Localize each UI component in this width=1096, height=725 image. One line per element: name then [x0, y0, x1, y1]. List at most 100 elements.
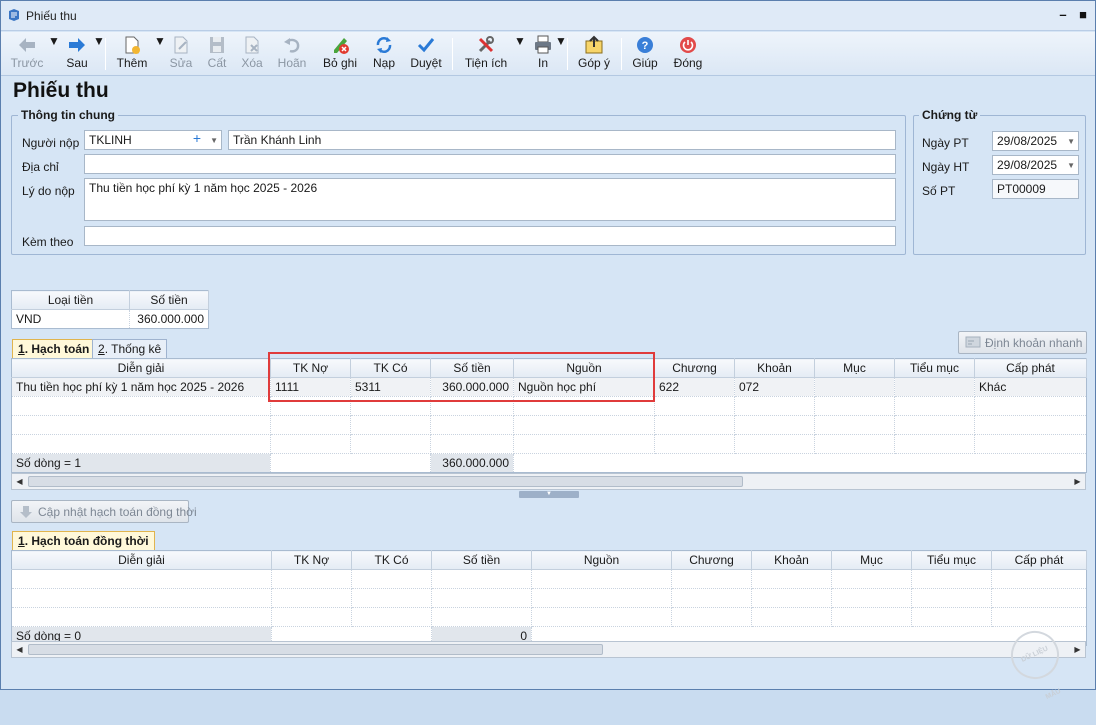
delete-button[interactable]: Xóa: [237, 34, 267, 74]
undo-icon: [284, 38, 300, 53]
next-dropdown-icon[interactable]: ▼: [93, 34, 105, 74]
utilities-dropdown-icon[interactable]: ▼: [514, 34, 526, 74]
add-icon[interactable]: +: [193, 131, 201, 145]
quick-entry-button[interactable]: Định khoản nhanh: [958, 331, 1087, 354]
help-button[interactable]: ? Giúp: [629, 34, 661, 74]
cell-subitem[interactable]: [894, 377, 975, 397]
currency-type-header: Loại tiền: [11, 290, 130, 310]
print-dropdown-icon[interactable]: ▼: [555, 34, 567, 74]
help-icon: ?: [637, 37, 653, 53]
col-header-description[interactable]: Diễn giải: [11, 358, 271, 378]
scroll-thumb[interactable]: [28, 644, 603, 655]
empty-row[interactable]: [11, 434, 1087, 454]
scroll-right-icon[interactable]: ▶: [1070, 474, 1085, 489]
main-window: Phiếu thu – ■ Trước ▼ Sau ▼ Thêm ▼ Sửa C…: [0, 0, 1096, 701]
cell-chapter[interactable]: 622: [654, 377, 735, 397]
add-dropdown-icon[interactable]: ▼: [154, 34, 166, 74]
col-header-item[interactable]: Mục: [814, 358, 895, 378]
page-title: Phiếu thu: [13, 79, 109, 102]
chevron-down-icon[interactable]: ▼: [1067, 159, 1075, 173]
checkmark-icon: [417, 38, 435, 53]
empty-row[interactable]: [11, 607, 1087, 627]
col-header-amount[interactable]: Số tiền: [431, 550, 532, 570]
general-info-title: Thông tin chung: [18, 108, 118, 122]
scroll-right-icon[interactable]: ▶: [1070, 642, 1085, 657]
undo-button[interactable]: Hoãn: [274, 34, 310, 74]
close-button[interactable]: Đóng: [671, 34, 705, 74]
horizontal-scrollbar[interactable]: ◀ ▶: [11, 641, 1086, 658]
update-simultaneous-button[interactable]: Cập nhật hạch toán đồng thời: [11, 500, 197, 523]
refresh-icon: [376, 37, 392, 53]
utilities-button[interactable]: Tiện ích: [461, 34, 511, 74]
panel-splitter[interactable]: ▼: [519, 491, 579, 498]
col-header-chapter[interactable]: Chương: [671, 550, 752, 570]
scroll-left-icon[interactable]: ◀: [12, 642, 27, 657]
col-header-allocation[interactable]: Cấp phát: [991, 550, 1087, 570]
payer-name-field[interactable]: Trần Khánh Linh: [228, 130, 896, 150]
col-header-source[interactable]: Nguồn: [531, 550, 672, 570]
prev-button[interactable]: Trước: [7, 34, 47, 74]
payer-label: Người nộp: [22, 136, 80, 150]
cell-item[interactable]: [814, 377, 895, 397]
approve-button[interactable]: Duyệt: [407, 34, 445, 74]
col-header-item[interactable]: Mục: [831, 550, 912, 570]
tab-accounting[interactable]: 1. Hạch toán: [12, 339, 96, 359]
quick-entry-icon: [965, 336, 981, 348]
payer-code-select[interactable]: TKLINH + ▼: [84, 130, 222, 150]
toolbar-separator: [621, 38, 622, 70]
tab-statistics[interactable]: 2. Thống kê: [92, 339, 168, 359]
col-header-subitem[interactable]: Tiểu mục: [911, 550, 992, 570]
chevron-down-icon[interactable]: ▼: [210, 134, 218, 148]
feedback-icon: [585, 35, 603, 54]
reason-field[interactable]: Thu tiền học phí kỳ 1 năm học 2025 - 202…: [84, 178, 896, 221]
voucher-group: Chứng từ Ngày PT 29/08/2025 ▼ Ngày HT 29…: [913, 108, 1086, 255]
col-header-section[interactable]: Khoản: [734, 358, 815, 378]
save-icon: [210, 37, 224, 53]
toolbar-separator: [105, 38, 106, 70]
minimize-icon[interactable]: –: [1055, 7, 1071, 23]
row-count: Số dòng = 1: [11, 453, 271, 473]
address-field[interactable]: [84, 154, 896, 174]
print-button[interactable]: In: [529, 34, 557, 74]
voucher-no-field[interactable]: PT00009: [992, 179, 1079, 199]
feedback-button[interactable]: Góp ý: [575, 34, 613, 74]
chevron-down-icon[interactable]: ▼: [1067, 135, 1075, 149]
scroll-thumb[interactable]: [28, 476, 743, 487]
col-header-description[interactable]: Diễn giải: [11, 550, 272, 570]
horizontal-scrollbar[interactable]: ◀ ▶: [11, 473, 1086, 490]
empty-row[interactable]: [11, 569, 1087, 589]
col-header-section[interactable]: Khoản: [751, 550, 832, 570]
date-pt-picker[interactable]: 29/08/2025 ▼: [992, 131, 1079, 151]
toolbar-separator: [452, 38, 453, 70]
col-header-chapter[interactable]: Chương: [654, 358, 735, 378]
col-header-allocation[interactable]: Cấp phát: [974, 358, 1087, 378]
empty-row[interactable]: [11, 415, 1087, 435]
empty-row[interactable]: [11, 588, 1087, 608]
col-header-credit[interactable]: TK Có: [351, 550, 432, 570]
edit-button[interactable]: Sửa: [167, 34, 195, 74]
col-header-debit[interactable]: TK Nợ: [271, 550, 352, 570]
date-ht-picker[interactable]: 29/08/2025 ▼: [992, 155, 1079, 175]
add-button[interactable]: Thêm: [113, 34, 151, 74]
maximize-icon[interactable]: ■: [1075, 7, 1091, 23]
cell-allocation[interactable]: Khác: [974, 377, 1087, 397]
power-icon: [680, 37, 696, 53]
delete-icon: [245, 36, 259, 54]
scroll-left-icon[interactable]: ◀: [12, 474, 27, 489]
cell-description[interactable]: Thu tiền học phí kỳ 1 năm học 2025 - 202…: [11, 377, 271, 397]
tab-simultaneous-accounting[interactable]: 1. Hạch toán đồng thời: [12, 531, 155, 551]
col-header-subitem[interactable]: Tiểu mục: [894, 358, 975, 378]
reload-button[interactable]: Nạp: [368, 34, 400, 74]
cell-section[interactable]: 072: [734, 377, 815, 397]
tools-icon: [478, 36, 494, 53]
arrow-left-icon: [19, 38, 35, 52]
app-icon: [9, 9, 19, 21]
currency-amount-cell[interactable]: 360.000.000: [129, 309, 209, 329]
attach-field[interactable]: [84, 226, 896, 246]
arrow-right-icon: [69, 38, 85, 52]
currency-type-cell[interactable]: VND: [11, 309, 130, 329]
unpost-button[interactable]: Bỏ ghi: [320, 34, 360, 74]
next-button[interactable]: Sau: [61, 34, 93, 74]
save-button[interactable]: Cất: [203, 34, 231, 74]
prev-dropdown-icon[interactable]: ▼: [48, 34, 60, 74]
